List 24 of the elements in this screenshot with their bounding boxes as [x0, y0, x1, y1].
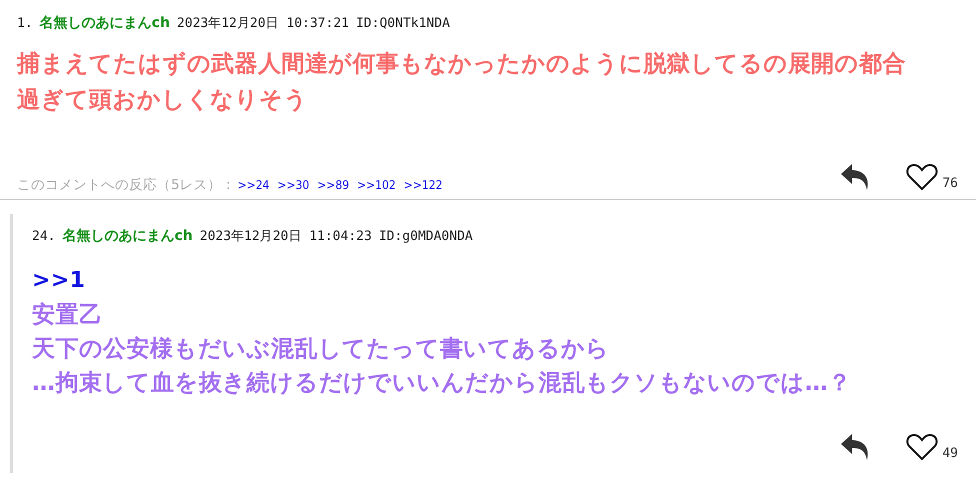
comment-number: 24. [32, 229, 56, 244]
reaction-link[interactable]: >>89 [317, 178, 350, 192]
post-date: 2023年12月20日 10:37:21 [176, 15, 349, 32]
comment-text-line: 捕まえてたはずの武器人間達が何事もなかったかのように脱獄してるの展開の都合 [17, 50, 907, 79]
comment-text-line: 安置乙 [32, 301, 104, 330]
comment-text-line: 天下の公安様もだいぶ混乱してたって書いてあるから [32, 335, 611, 364]
reply-anchor-link[interactable]: >>1 [32, 264, 86, 298]
user-id: ID:Q0NTk1NDA [356, 16, 450, 31]
user-id: ID:g0MDA0NDA [378, 229, 473, 244]
reaction-link[interactable]: >>30 [277, 178, 310, 192]
post-date: 2023年12月20日 11:04:23 [200, 228, 372, 245]
comment-text-line: …拘束して血を抜き続けるだけでいいんだから混乱もクソもないのでは…？ [32, 369, 853, 398]
like-count: 49 [942, 446, 958, 461]
author-name: 名無しのあにまんch [40, 14, 170, 32]
heart-icon[interactable] [906, 163, 938, 191]
reactions-label: このコメントへの反応（5レス）： [17, 176, 236, 194]
comment-number: 1. [17, 16, 33, 31]
comment-text-line: 過ぎて頭おかしくなりそう [17, 86, 309, 115]
reaction-link[interactable]: >>122 [404, 178, 442, 192]
author-name: 名無しのあにまんch [62, 227, 193, 245]
heart-icon[interactable] [906, 433, 938, 461]
like-count: 76 [942, 176, 958, 191]
reaction-link[interactable]: >>24 [238, 178, 270, 192]
reaction-link[interactable]: >>102 [357, 178, 396, 192]
